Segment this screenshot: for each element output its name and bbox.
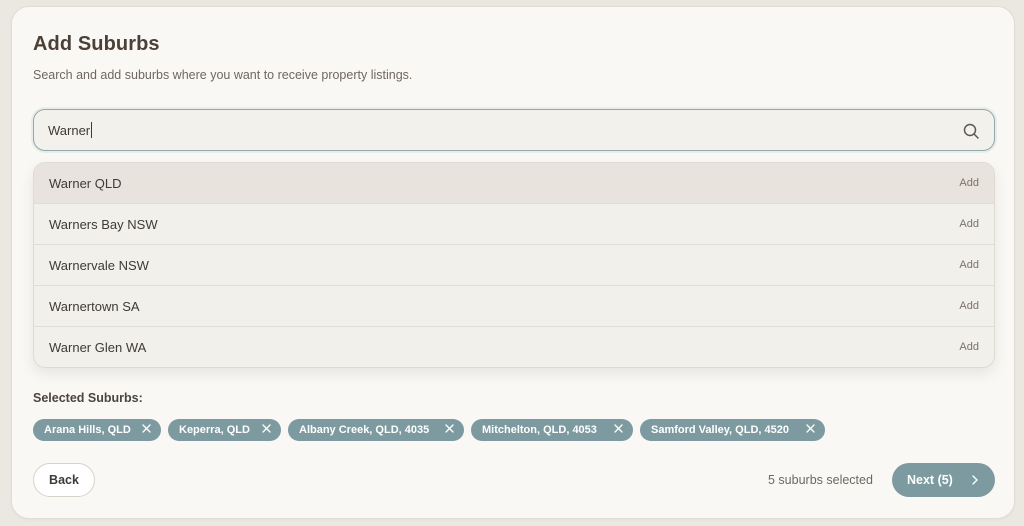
close-icon[interactable] bbox=[262, 424, 271, 433]
suggestion-item[interactable]: Warnertown SA Add bbox=[34, 286, 994, 327]
chip-label: Keperra, QLD bbox=[179, 424, 250, 436]
chip-label: Samford Valley, QLD, 4520 bbox=[651, 424, 789, 436]
close-icon[interactable] bbox=[806, 424, 815, 433]
selected-suburbs-label: Selected Suburbs: bbox=[33, 391, 143, 405]
suggestion-label: Warner QLD bbox=[49, 176, 122, 191]
suburb-chip: Mitchelton, QLD, 4053 bbox=[471, 419, 633, 441]
chip-label: Arana Hills, QLD bbox=[44, 424, 131, 436]
suggestions-dropdown: Warner QLD Add Warners Bay NSW Add Warne… bbox=[33, 162, 995, 368]
chip-label: Albany Creek, QLD, 4035 bbox=[299, 424, 430, 436]
add-button[interactable]: Add bbox=[959, 177, 979, 189]
next-button[interactable]: Next (5) bbox=[892, 463, 995, 497]
chevron-right-icon bbox=[972, 475, 978, 485]
close-icon[interactable] bbox=[142, 424, 151, 433]
suburb-chip: Keperra, QLD bbox=[168, 419, 281, 441]
selected-count-text: 5 suburbs selected bbox=[768, 473, 873, 487]
suburb-chip: Albany Creek, QLD, 4035 bbox=[288, 419, 464, 441]
close-icon[interactable] bbox=[445, 424, 454, 433]
suggestion-item[interactable]: Warner QLD Add bbox=[34, 163, 994, 204]
suggestion-item[interactable]: Warners Bay NSW Add bbox=[34, 204, 994, 245]
suggestion-label: Warnervale NSW bbox=[49, 258, 149, 273]
add-button[interactable]: Add bbox=[959, 259, 979, 271]
search-icon[interactable] bbox=[962, 122, 980, 140]
suggestion-label: Warnertown SA bbox=[49, 299, 140, 314]
add-button[interactable]: Add bbox=[959, 341, 979, 353]
suggestion-label: Warner Glen WA bbox=[49, 340, 147, 355]
suggestion-label: Warners Bay NSW bbox=[49, 217, 158, 232]
page-subtitle: Search and add suburbs where you want to… bbox=[33, 68, 413, 82]
suggestion-item[interactable]: Warner Glen WA Add bbox=[34, 327, 994, 367]
close-icon[interactable] bbox=[614, 424, 623, 433]
suburb-chip: Arana Hills, QLD bbox=[33, 419, 161, 441]
next-button-label: Next (5) bbox=[907, 473, 953, 487]
text-caret bbox=[91, 122, 92, 138]
add-suburbs-card: Add Suburbs Search and add suburbs where… bbox=[11, 6, 1015, 519]
search-box[interactable] bbox=[33, 109, 995, 151]
add-button[interactable]: Add bbox=[959, 218, 979, 230]
page-title: Add Suburbs bbox=[33, 33, 160, 55]
suburb-chip: Samford Valley, QLD, 4520 bbox=[640, 419, 825, 441]
search-input[interactable] bbox=[48, 110, 948, 150]
back-button[interactable]: Back bbox=[33, 463, 95, 497]
chip-label: Mitchelton, QLD, 4053 bbox=[482, 424, 597, 436]
suggestion-item[interactable]: Warnervale NSW Add bbox=[34, 245, 994, 286]
add-button[interactable]: Add bbox=[959, 300, 979, 312]
